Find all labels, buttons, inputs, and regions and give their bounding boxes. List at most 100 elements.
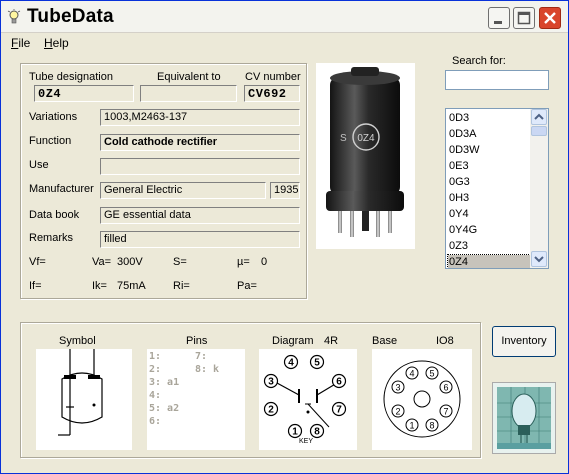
base-pin-number: 3 (395, 383, 400, 393)
tube-list-item[interactable]: 0D3W (448, 143, 532, 158)
diagram-pin-number: 8 (314, 427, 320, 438)
mu-value: 0 (261, 256, 268, 268)
tube-list-item[interactable]: 0Y4G (448, 223, 532, 238)
pins-panel: 1: 2: 3: a1 4: 5: a2 6: 7: 8: k (147, 349, 245, 450)
scroll-down-button[interactable] (531, 251, 547, 267)
base-pin-number: 8 (429, 421, 434, 431)
minimize-button[interactable] (488, 7, 510, 29)
diagram-code: 4R (324, 335, 339, 347)
diagram-pin-number: 1 (292, 427, 298, 438)
pin-entry: 2: (149, 364, 162, 375)
equivalent-field[interactable] (140, 85, 237, 102)
window-title: TubeData (27, 6, 114, 27)
base-label: Base (372, 335, 398, 347)
ri-label: Ri= (173, 280, 190, 292)
use-field[interactable] (100, 158, 300, 175)
minimize-icon (494, 21, 502, 24)
base-panel: 12 34 56 78 (372, 349, 472, 450)
diagram-pin-number: 3 (268, 377, 274, 388)
pin-entry: 4: (149, 390, 162, 401)
app-logo (492, 382, 556, 454)
tube-photo: 0Z4 S (316, 63, 415, 249)
cv-number-field[interactable]: CV692 (244, 85, 300, 102)
pa-label: Pa= (237, 280, 257, 292)
tube-list-item[interactable]: 0Z3 (448, 239, 532, 254)
va-value: 300V (117, 256, 143, 268)
menu-help-label: elp (52, 36, 69, 50)
tube-designation-field[interactable]: 0Z4 (34, 85, 134, 102)
menu-file[interactable]: File (11, 36, 30, 50)
base-pin-number: 2 (395, 407, 400, 417)
tube-list-item[interactable]: 0E3 (448, 159, 532, 174)
tube-symbol-drawing (58, 349, 103, 436)
pin-entry: 1: (149, 351, 162, 362)
manufacturer-label: Manufacturer (29, 183, 94, 195)
variations-label: Variations (29, 111, 78, 123)
tube-designation-label: Tube designation (29, 71, 113, 83)
va-label: Va= (92, 256, 112, 268)
close-button[interactable] (539, 7, 561, 29)
pin-diagram-drawing: 1 2 3 4 5 6 7 8KEY (263, 354, 347, 445)
pin-entry: 6: (149, 416, 162, 427)
base-code: IO8 (436, 335, 454, 347)
s-label: S= (173, 256, 187, 268)
scroll-thumb[interactable] (531, 126, 547, 136)
tube-list-item[interactable]: 0D3 (448, 111, 532, 126)
base-pin-number: 4 (409, 369, 414, 379)
pin-entry: 8: k (195, 364, 220, 375)
title-bar[interactable]: TubeData (1, 1, 568, 33)
equivalent-label: Equivalent to (157, 71, 221, 83)
scroll-up-button[interactable] (531, 109, 547, 125)
diagram-pin-number: 4 (288, 358, 294, 369)
cv-number-label: CV number (245, 71, 301, 83)
mu-label: µ= (237, 256, 250, 268)
chevron-down-icon (534, 256, 544, 263)
use-label: Use (29, 159, 49, 171)
tube-list-item[interactable]: 0D3A (448, 127, 532, 142)
main-window: TubeData File Help Tube designation Equi… (0, 0, 569, 474)
tube-list-item[interactable]: 0G3 (448, 175, 532, 190)
databook-label: Data book (29, 209, 80, 221)
menu-help-accel: H (44, 36, 53, 50)
function-field[interactable]: Cold cathode rectifier (100, 134, 300, 151)
diagram-pin-number: 2 (268, 405, 274, 416)
maximize-button[interactable] (513, 7, 535, 29)
pins-label: Pins (186, 335, 208, 347)
search-label: Search for: (452, 55, 506, 67)
remarks-field[interactable]: filled (100, 231, 300, 248)
diagram-pin-number: 6 (336, 377, 342, 388)
menu-file-label: ile (18, 36, 31, 50)
manufacturer-field[interactable]: General Electric (100, 182, 266, 199)
function-label: Function (29, 135, 72, 147)
base-drawing: 12 34 56 78 (383, 360, 461, 438)
tube-photo-label: 0Z4 (357, 133, 375, 144)
diagram-label: Diagram (272, 335, 314, 347)
close-icon (544, 12, 556, 24)
if-label: If= (29, 280, 42, 292)
variations-field[interactable]: 1003,M2463-137 (100, 109, 300, 126)
databook-field[interactable]: GE essential data (100, 207, 300, 224)
pin-entry: 5: a2 (149, 403, 180, 414)
base-pin-number: 1 (409, 421, 414, 431)
diagram-panel: 1 2 3 4 5 6 7 8 KEY (259, 349, 357, 450)
search-input[interactable] (445, 70, 549, 90)
maximize-icon (517, 11, 531, 25)
list-scrollbar[interactable] (530, 109, 548, 268)
base-pin-number: 5 (429, 369, 434, 379)
tube-list-item[interactable]: 0Y4 (448, 207, 532, 222)
tube-list-item[interactable]: 0Z4 (447, 254, 533, 268)
tube-listbox[interactable]: 0D3 0D3A 0D3W 0E3 0G3 0H3 0Y4 0Y4G 0Z3 0Z4 (445, 108, 549, 269)
inventory-button[interactable]: Inventory (492, 326, 556, 357)
tube-list-item[interactable]: 0H3 (448, 191, 532, 206)
diagram-key-label: KEY (299, 438, 313, 445)
menu-help[interactable]: Help (44, 36, 69, 50)
pin-entry: 7: (195, 351, 208, 362)
year-field[interactable]: 1935 (270, 182, 300, 199)
tube-logo-icon (493, 383, 555, 453)
remarks-label: Remarks (29, 232, 74, 244)
pin-entry: 3: a1 (149, 377, 180, 388)
ik-value: 75mA (117, 280, 146, 292)
bulb-icon (7, 9, 21, 24)
diagram-pin-number: 5 (314, 358, 320, 369)
tube-photo-s: S (340, 133, 347, 144)
